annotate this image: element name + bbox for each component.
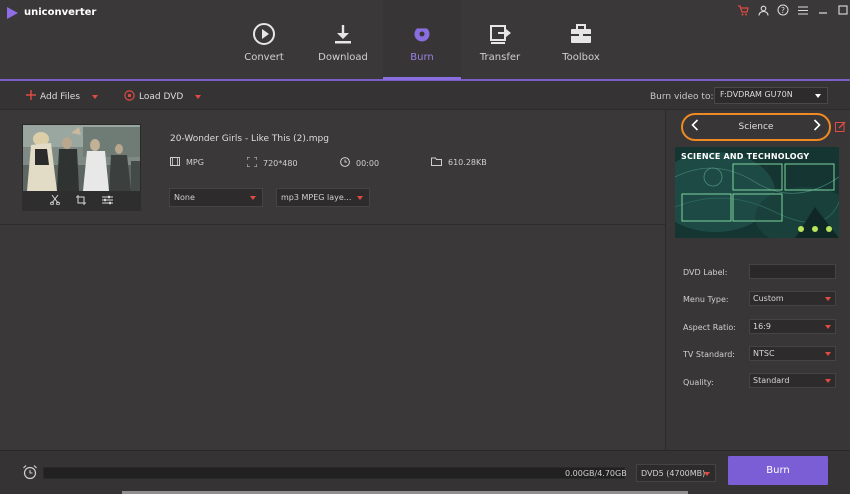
transfer-icon: [487, 21, 513, 47]
add-files-button[interactable]: Add Files: [26, 90, 99, 103]
subtitle-select-value: None: [174, 193, 195, 202]
file-resolution-value: 720*480: [263, 158, 298, 168]
plus-icon: [26, 90, 36, 103]
crop-icon[interactable]: [76, 194, 86, 208]
disc-type-select[interactable]: DVD5 (4700MB): [636, 464, 716, 482]
tab-toolbox-label: Toolbox: [562, 52, 600, 63]
maximize-icon[interactable]: [836, 3, 850, 17]
burn-icon: [409, 21, 435, 47]
menu-type-label: Menu Type:: [683, 295, 729, 304]
cart-icon[interactable]: [736, 3, 750, 17]
quality-value: Standard: [753, 376, 790, 385]
toolbox-icon: [568, 21, 594, 47]
file-format-value: MPG: [186, 158, 204, 167]
help-icon[interactable]: ?: [776, 3, 790, 17]
add-files-label: Add Files: [40, 91, 81, 102]
add-files-dropdown-icon[interactable]: [92, 92, 99, 102]
menu-icon[interactable]: [796, 3, 810, 17]
tv-standard-select[interactable]: NTSC: [749, 346, 836, 361]
file-duration-value: 00:00: [356, 158, 380, 168]
chevron-down-icon: [825, 352, 831, 356]
menu-template-selector: Science: [681, 113, 831, 141]
chevron-down-icon: [250, 196, 256, 200]
film-icon: [170, 157, 180, 168]
subtitle-select[interactable]: None: [169, 188, 263, 207]
folder-icon: [431, 157, 442, 168]
tab-convert-label: Convert: [244, 52, 284, 63]
file-format: MPG: [170, 157, 204, 168]
clock-icon: [340, 157, 350, 169]
chevron-down-icon: [825, 379, 831, 383]
download-icon: [330, 21, 356, 47]
load-dvd-label: Load DVD: [139, 92, 184, 102]
alarm-clock-icon[interactable]: [22, 464, 38, 483]
quality-label: Quality:: [683, 378, 714, 387]
chevron-down-icon: [825, 325, 831, 329]
tab-transfer-label: Transfer: [479, 52, 521, 63]
dvd-label-input[interactable]: [749, 264, 836, 279]
quality-select[interactable]: Standard: [749, 373, 836, 388]
file-duration: 00:00: [340, 157, 379, 169]
tab-download-label: Download: [318, 52, 368, 63]
next-template-button[interactable]: [813, 119, 821, 135]
chevron-down-icon: [825, 297, 831, 301]
tv-standard-label: TV Standard:: [683, 350, 735, 359]
tab-burn-label: Burn: [410, 52, 434, 63]
effects-icon[interactable]: [102, 195, 113, 208]
convert-icon: [251, 21, 277, 47]
menu-type-select[interactable]: Custom: [749, 291, 836, 306]
svg-text:?: ?: [781, 6, 785, 15]
burn-target-select[interactable]: F:DVDRAM GU70N: [714, 87, 828, 104]
file-size-value: 610.28KB: [448, 158, 487, 167]
edit-template-icon[interactable]: [835, 121, 846, 135]
tab-toolbox[interactable]: Toolbox: [542, 0, 620, 80]
disc-usage-bar: [43, 467, 625, 479]
load-dvd-button[interactable]: Load DVD: [124, 90, 202, 104]
resize-icon: [246, 156, 258, 169]
previous-template-button[interactable]: [691, 119, 699, 135]
active-tab-indicator: [383, 77, 461, 80]
burn-target-value: F:DVDRAM GU70N: [720, 90, 793, 99]
template-name: Science: [738, 122, 774, 132]
chevron-down-icon: [357, 196, 363, 200]
tv-standard-value: NTSC: [753, 349, 775, 358]
aspect-ratio-label: Aspect Ratio:: [683, 323, 736, 332]
audio-track-select-value: mp3 MPEG laye...: [281, 193, 352, 202]
file-resolution: 720*480: [246, 156, 298, 169]
chevron-down-icon: [815, 94, 821, 98]
user-icon[interactable]: [756, 3, 770, 17]
disc-icon: [124, 90, 135, 104]
scissors-icon[interactable]: [50, 194, 60, 208]
row-divider: [0, 224, 665, 225]
disc-type-value: DVD5 (4700MB): [641, 469, 706, 478]
file-size: 610.28KB: [431, 157, 487, 168]
aspect-ratio-value: 16:9: [753, 322, 771, 331]
aspect-ratio-select[interactable]: 16:9: [749, 319, 836, 334]
menu-type-value: Custom: [753, 294, 784, 303]
app-logo-icon: [7, 7, 18, 19]
load-dvd-dropdown-icon[interactable]: [195, 92, 202, 102]
burn-button[interactable]: Burn: [728, 456, 828, 485]
tab-transfer[interactable]: Transfer: [461, 0, 539, 80]
tab-download[interactable]: Download: [304, 0, 382, 80]
minimize-icon[interactable]: [816, 3, 830, 17]
tab-burn[interactable]: Burn: [383, 0, 461, 80]
audio-track-select[interactable]: mp3 MPEG laye...: [276, 188, 370, 207]
chevron-down-icon: [704, 472, 710, 476]
dvd-label-label: DVD Label:: [683, 268, 728, 277]
app-name: uniconverter: [24, 7, 97, 18]
tab-convert[interactable]: Convert: [225, 0, 303, 80]
window-controls: ?: [736, 3, 850, 17]
thumbnail-tools: [22, 191, 141, 211]
file-name: 20-Wonder Girls - Like This (2).mpg: [170, 134, 329, 144]
burn-video-to-label: Burn video to:: [650, 92, 714, 102]
template-preview-title: SCIENCE AND TECHNOLOGY: [681, 152, 810, 161]
disc-usage-text: 0.00GB/4.70GB: [565, 469, 627, 478]
